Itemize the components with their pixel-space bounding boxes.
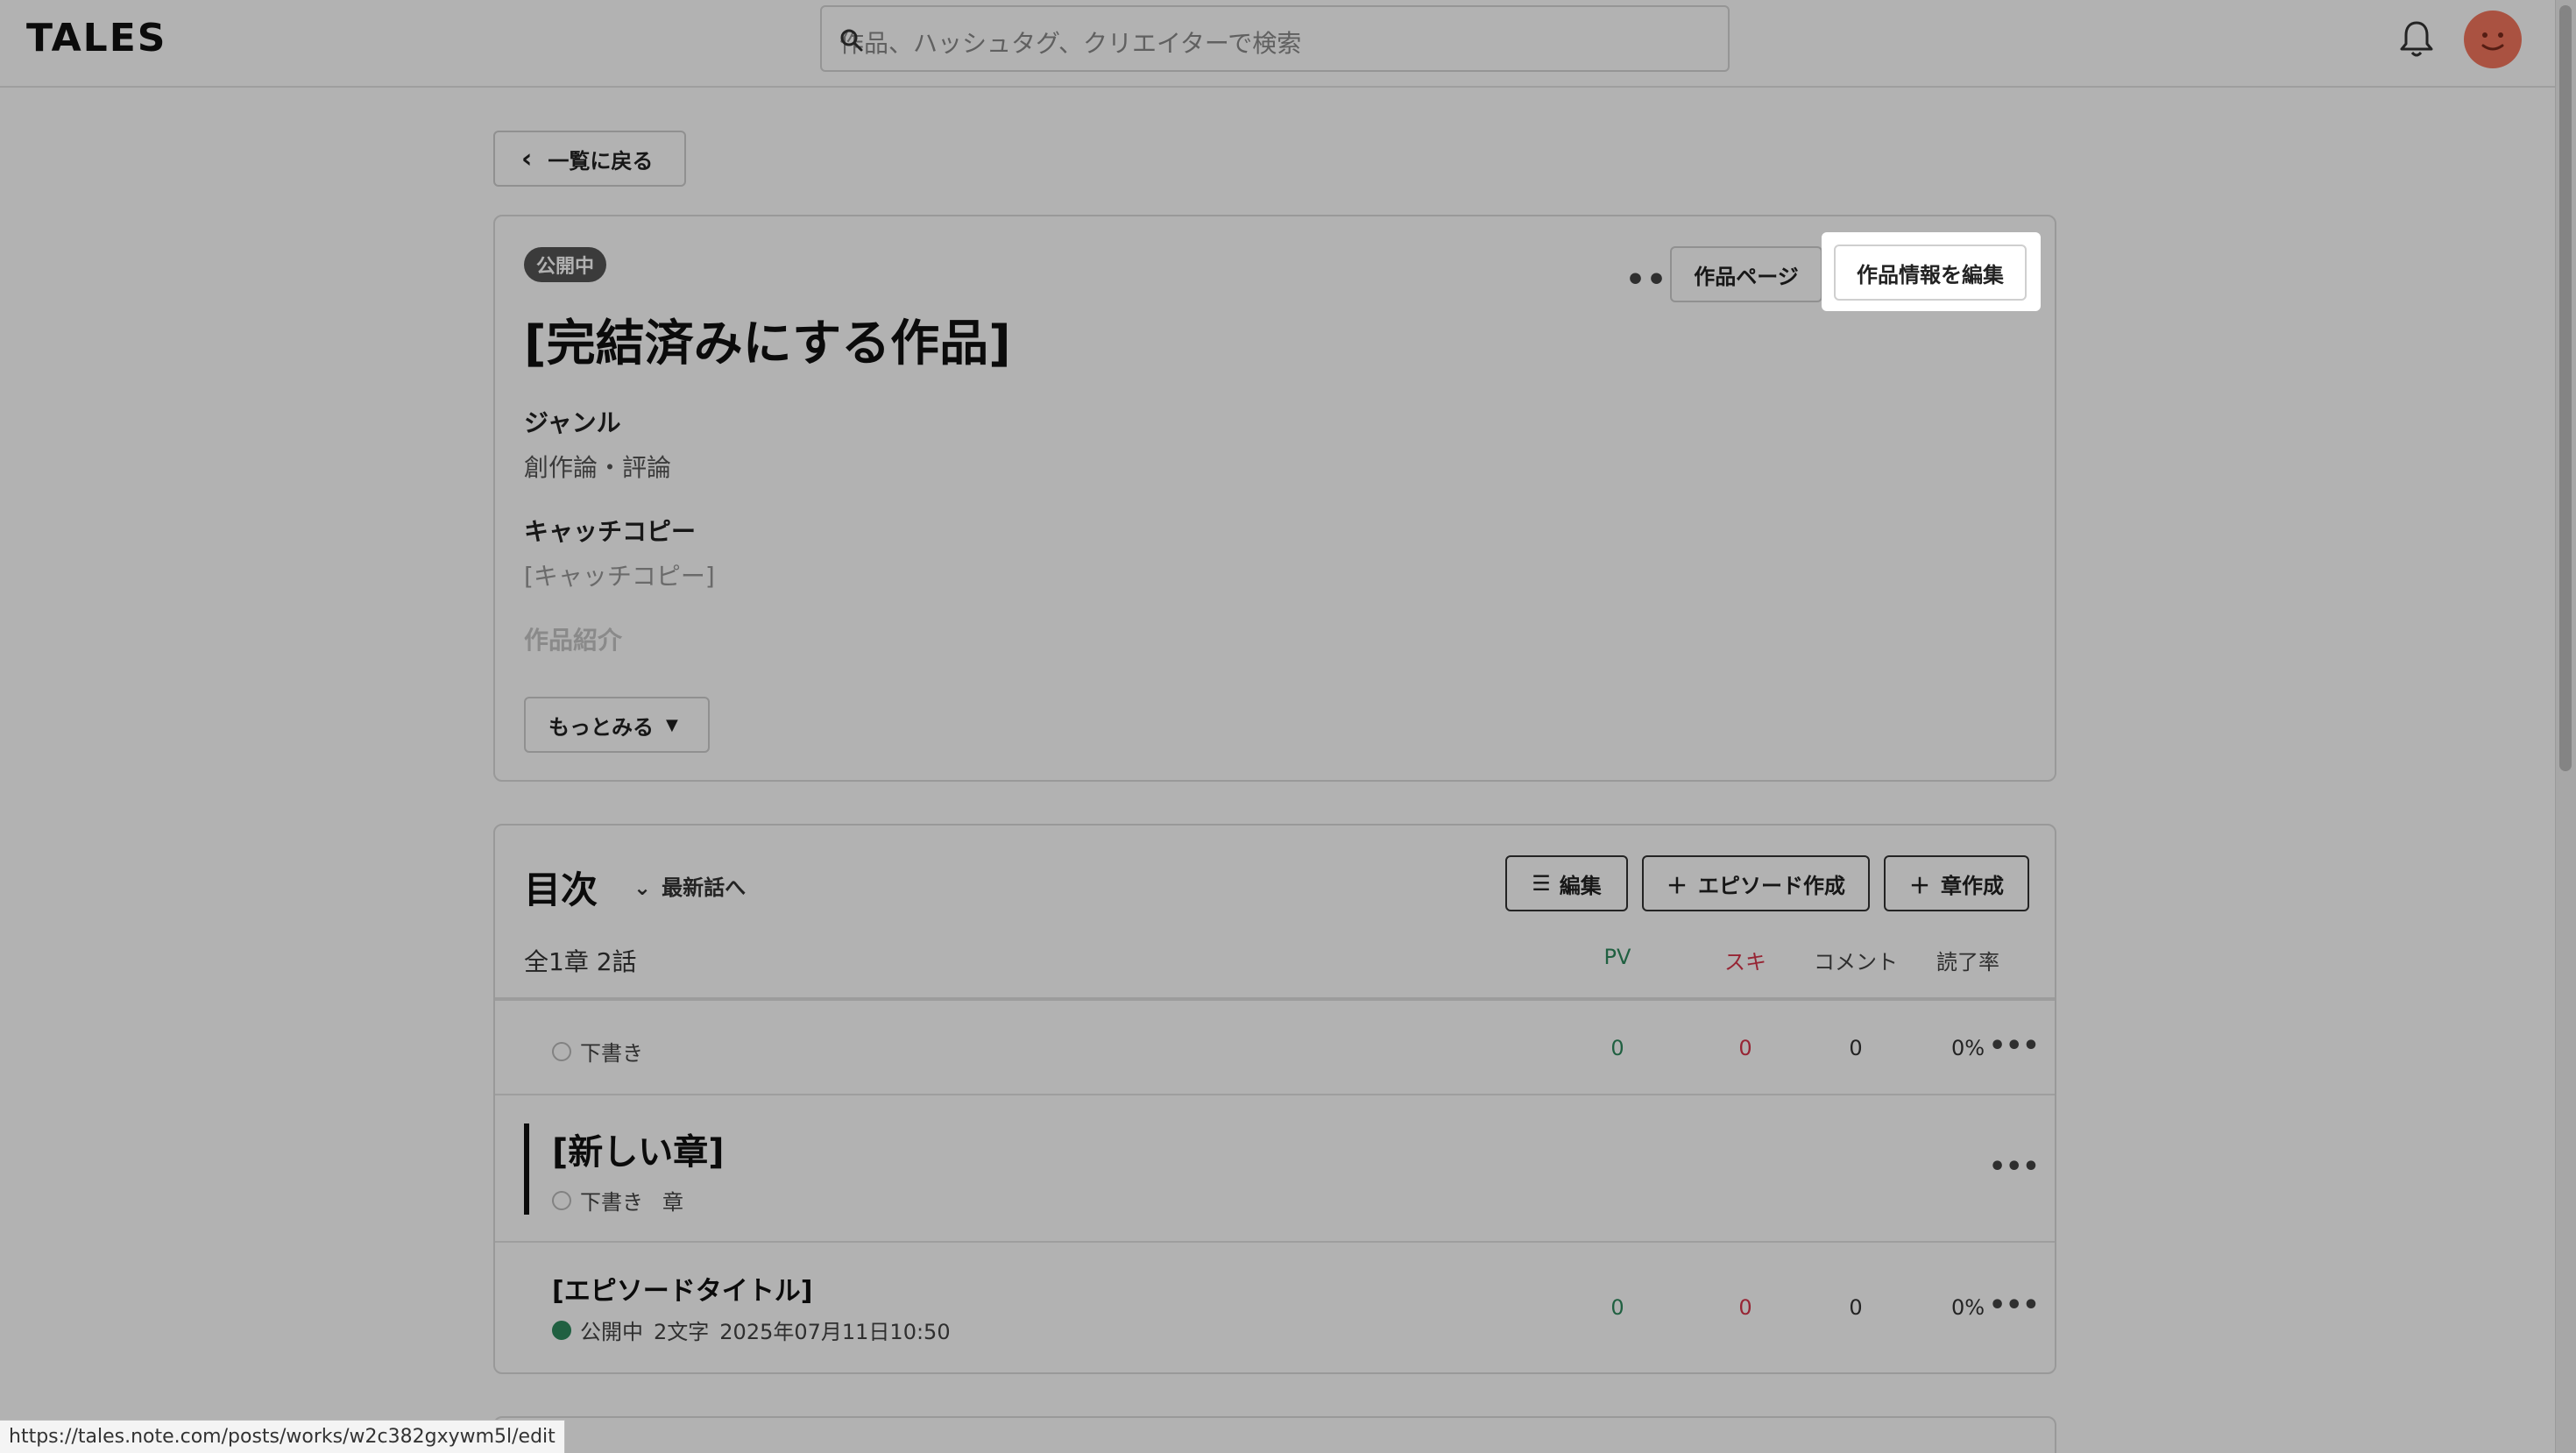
episode-meta: 公開中 2文字 2025年07月11日10:50: [552, 1315, 951, 1345]
checklist-icon: ☰: [1532, 871, 1551, 896]
avatar-face-icon: [2481, 32, 2504, 51]
chapter-marker: [524, 1123, 529, 1215]
search-input[interactable]: 作品、ハッシュタグ、クリエイターで検索: [839, 25, 1301, 60]
table-of-contents-card: 目次 ⌄ 最新話へ ☰ 編集 ＋エピソード作成 ＋章作成 全1章 2話 PV スキ …: [493, 824, 2056, 1374]
draft-status-icon: [552, 1190, 571, 1210]
row-ellipsis-icon[interactable]: •••: [1989, 1290, 2040, 1321]
jump-to-latest-link[interactable]: ⌄ 最新話へ: [633, 870, 746, 901]
chapter-kind: 章: [662, 1190, 683, 1215]
divider: [495, 1094, 2055, 1095]
caret-down-icon: ▼: [666, 715, 678, 734]
row-suki: 0: [1738, 1295, 1752, 1320]
work-page-button[interactable]: 作品ページ: [1670, 246, 1822, 302]
show-more-button[interactable]: もっとみる ▼: [524, 697, 710, 753]
site-logo[interactable]: TALES: [26, 16, 166, 60]
work-title: [完結済みにする作品]: [524, 315, 1011, 372]
toc-count: 全1章 2話: [524, 947, 637, 976]
published-status-icon: [552, 1320, 571, 1340]
create-chapter-label: 章作成: [1941, 873, 2004, 898]
back-to-list-button[interactable]: ‹ 一覧に戻る: [493, 131, 686, 187]
create-episode-button[interactable]: ＋ エピソード作成: [1642, 855, 1870, 911]
row-comment: 0: [1849, 1295, 1863, 1320]
double-chevron-down-icon: ⌄: [633, 875, 652, 900]
row-ellipsis-icon[interactable]: •••: [1989, 1152, 2040, 1182]
row-ellipsis-icon[interactable]: •••: [1989, 1031, 2040, 1061]
create-episode-label: エピソード作成: [1698, 873, 1845, 898]
status-badge: 公開中: [524, 247, 607, 282]
catchcopy-value: [キャッチコピー]: [524, 562, 715, 591]
intro-label: 作品紹介: [524, 626, 623, 655]
row-pv: 0: [1610, 1036, 1624, 1060]
plus-icon: ＋: [1909, 873, 1930, 898]
episode-chars: 2文字: [654, 1320, 710, 1344]
genre-value: 創作論・評論: [524, 453, 672, 482]
divider: [495, 1241, 2055, 1243]
catchcopy-label: キャッチコピー: [524, 517, 697, 546]
row-suki: 0: [1738, 1036, 1752, 1060]
divider: [495, 997, 2055, 1001]
chevron-left-icon: ‹: [521, 143, 533, 174]
episode-status-text: 下書き: [580, 1041, 643, 1066]
episode-status: 下書き: [552, 1036, 643, 1067]
row-comment: 0: [1849, 1036, 1863, 1060]
toc-edit-button[interactable]: ☰ 編集: [1505, 855, 1628, 911]
highlighted-edit-work-info-button[interactable]: 作品情報を編集: [1834, 245, 2027, 301]
column-header-comment: コメント: [1814, 950, 1898, 975]
scrollbar-thumb[interactable]: [2559, 5, 2572, 771]
notification-bell-icon[interactable]: [2397, 19, 2436, 60]
column-header-pv: PV: [1603, 945, 1631, 969]
jump-to-latest-label: 最新話へ: [662, 875, 747, 900]
chapter-status-text: 下書き: [580, 1190, 643, 1215]
link-status-url: https://tales.note.com/posts/works/w2c38…: [0, 1420, 565, 1453]
search-box[interactable]: 作品、ハッシュタグ、クリエイターで検索: [820, 5, 1730, 72]
plus-icon: ＋: [1667, 873, 1688, 898]
genre-label: ジャンル: [524, 408, 621, 437]
row-pv: 0: [1610, 1295, 1624, 1320]
search-icon: [840, 29, 863, 52]
episode-status-text: 公開中: [580, 1320, 643, 1344]
column-header-read-rate: 読了率: [1936, 950, 1999, 975]
page-scrollbar[interactable]: [2555, 0, 2576, 1453]
create-chapter-button[interactable]: ＋ 章作成: [1884, 855, 2029, 911]
column-header-suki: スキ: [1724, 950, 1766, 975]
top-header: TALES 作品、ハッシュタグ、クリエイターで検索: [0, 0, 2555, 88]
user-avatar[interactable]: [2464, 11, 2522, 68]
episode-title[interactable]: [エピソードタイトル]: [552, 1269, 812, 1308]
toc-title: 目次: [524, 868, 598, 911]
next-section-card: [493, 1416, 2056, 1453]
draft-status-icon: [552, 1041, 571, 1061]
episode-date: 2025年07月11日10:50: [719, 1320, 951, 1344]
chapter-status: 下書き 章: [552, 1185, 683, 1216]
toc-edit-label: 編集: [1559, 873, 1602, 898]
chapter-title: [新しい章]: [552, 1132, 725, 1173]
show-more-label: もっとみる: [548, 714, 654, 740]
back-to-list-label: 一覧に戻る: [548, 148, 654, 174]
